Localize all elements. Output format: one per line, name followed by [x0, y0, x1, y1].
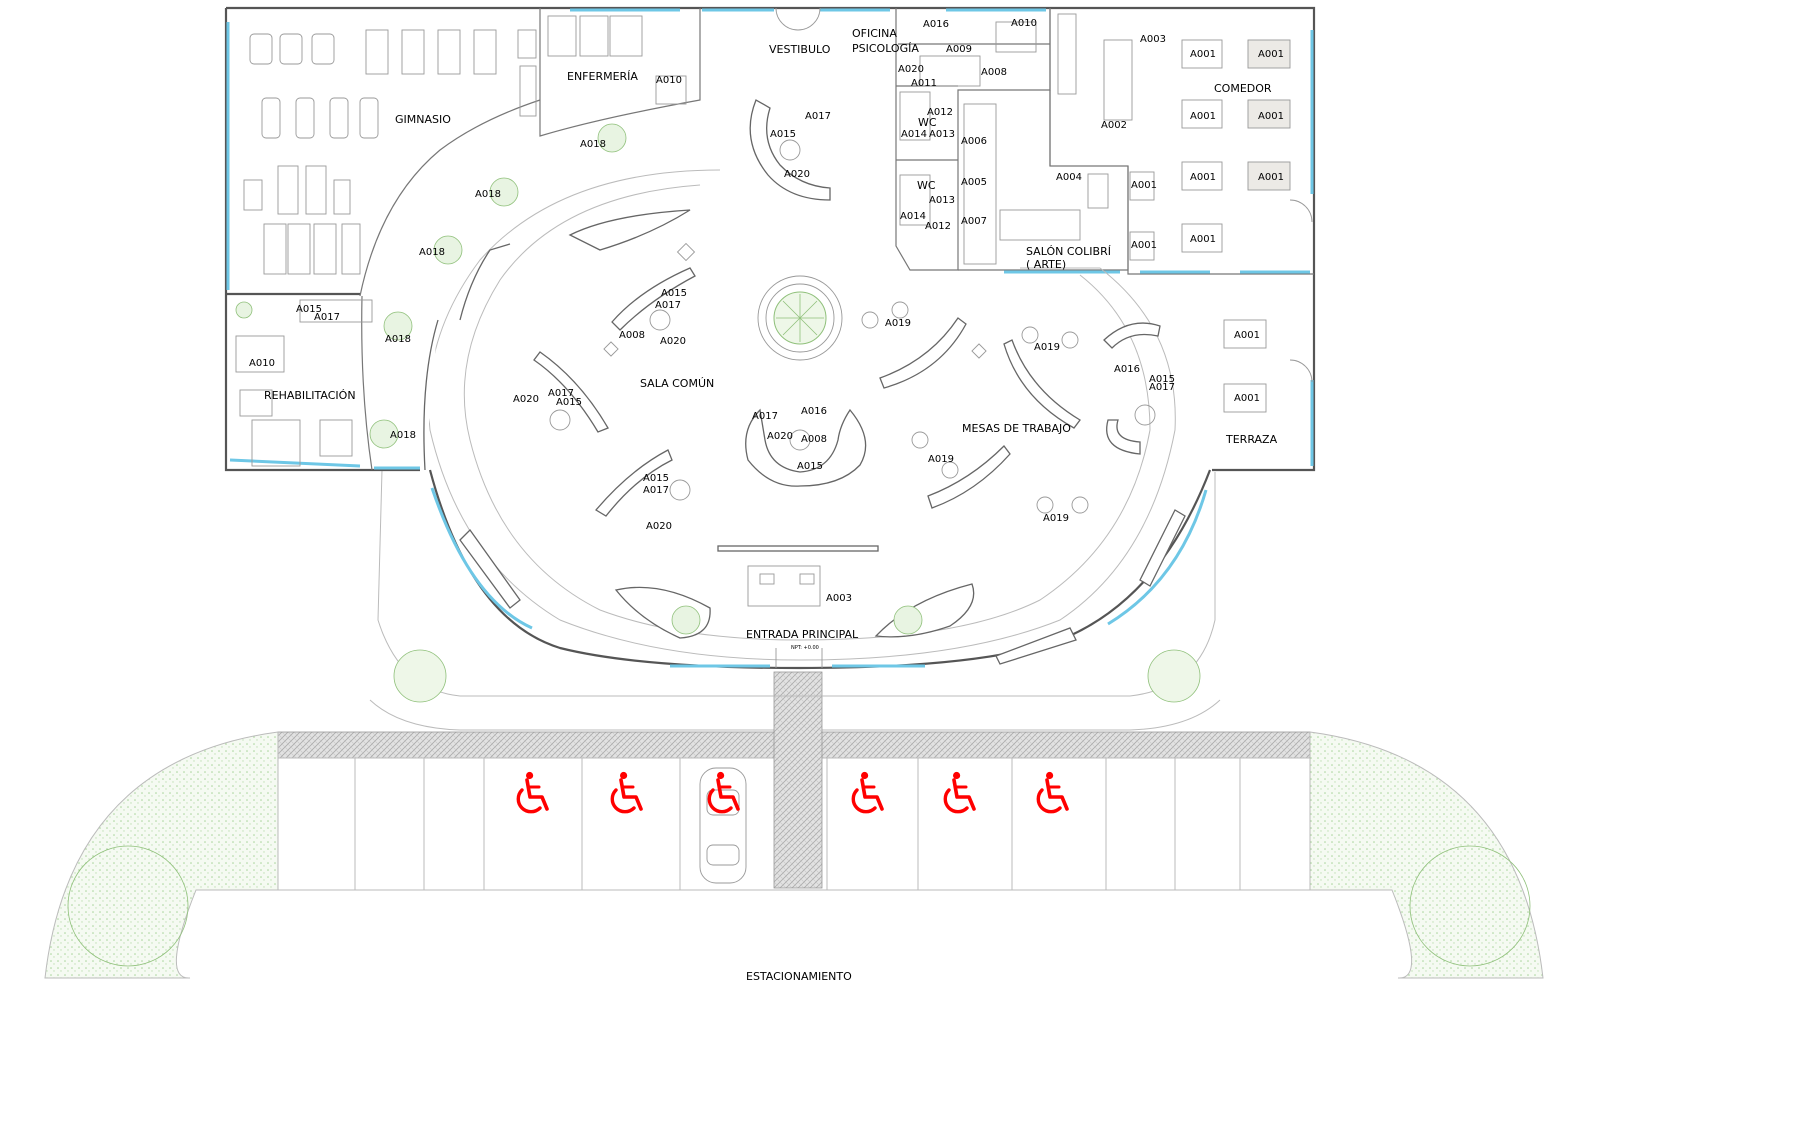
code-label: A001 [1131, 180, 1157, 191]
code-label: A020 [660, 336, 686, 347]
code-label: A002 [1101, 120, 1127, 131]
room-furniture [235, 13, 1133, 467]
code-label: A017 [655, 300, 681, 311]
code-label: A001 [1131, 240, 1157, 251]
code-label: A003 [1140, 34, 1166, 45]
code-label: A006 [961, 136, 987, 147]
room-label: ( ARTE) [1026, 258, 1066, 271]
code-label: A001 [1258, 111, 1284, 122]
code-label: A016 [1114, 364, 1140, 375]
code-label: A011 [911, 78, 937, 89]
code-label: A018 [580, 139, 606, 150]
room-label: VESTIBULO [769, 43, 831, 56]
code-label: A001 [1234, 393, 1260, 404]
code-label: A020 [784, 169, 810, 180]
room-label: COMEDOR [1214, 82, 1272, 95]
code-label: A001 [1234, 330, 1260, 341]
code-label: A018 [419, 247, 445, 258]
room-label: REHABILITACIÓN [264, 389, 356, 402]
code-label: A001 [1258, 172, 1284, 183]
wheelchair-icon [707, 770, 740, 814]
room-label: PSICOLOGÍA [852, 42, 919, 55]
code-label: A017 [314, 312, 340, 323]
code-label: A020 [898, 64, 924, 75]
left-garden [44, 731, 279, 979]
room-label: TERRAZA [1225, 433, 1278, 446]
parking-lot [44, 671, 1544, 979]
doors [775, 7, 1313, 668]
code-label: A013 [929, 195, 955, 206]
wheelchair-icon [1036, 770, 1069, 814]
code-label: A007 [961, 216, 987, 227]
code-label: A017 [752, 411, 778, 422]
code-label: A013 [929, 129, 955, 140]
tree-icon [757, 275, 843, 361]
code-label: A004 [1056, 172, 1082, 183]
code-label: A016 [801, 406, 827, 417]
code-label: A001 [1190, 111, 1216, 122]
code-label: A005 [961, 177, 987, 188]
code-label: A014 [900, 211, 926, 222]
code-label: A016 [923, 19, 949, 30]
code-label: A017 [548, 388, 574, 399]
wheelchair-icon [943, 770, 976, 814]
code-label: A010 [1011, 18, 1037, 29]
code-label: A019 [885, 318, 911, 329]
code-label: A018 [475, 189, 501, 200]
dining-tables [1129, 39, 1291, 413]
room-label: ENTRADA PRINCIPAL [746, 628, 859, 641]
code-label: A014 [901, 129, 927, 140]
code-label: A015 [770, 129, 796, 140]
room-label: MESAS DE TRABAJO [962, 422, 1071, 435]
code-label: A018 [390, 430, 416, 441]
room-label: ESTACIONAMIENTO [746, 970, 852, 983]
code-label: A001 [1190, 49, 1216, 60]
car-icon [699, 767, 747, 884]
floor-plan: GIMNASIO ENFERMERÍA VESTIBULO OFICINA PS… [44, 6, 1544, 983]
right-garden [1309, 731, 1544, 979]
room-label: ENFERMERÍA [567, 70, 638, 83]
central-walkway [773, 671, 823, 889]
code-label: A019 [1043, 513, 1069, 524]
wheelchair-icon [516, 770, 549, 814]
wheelchair-icon [851, 770, 884, 814]
code-label: A020 [646, 521, 672, 532]
code-label: A008 [619, 330, 645, 341]
code-label: A012 [927, 107, 953, 118]
code-label: A009 [946, 44, 972, 55]
room-label: WC [917, 179, 936, 192]
code-label: A017 [1149, 382, 1175, 393]
code-label: A012 [925, 221, 951, 232]
wheelchair-icon [610, 770, 643, 814]
code-label: A015 [797, 461, 823, 472]
code-label: A010 [656, 75, 682, 86]
code-label: A019 [1034, 342, 1060, 353]
code-label: A001 [1190, 172, 1216, 183]
code-label: A019 [928, 454, 954, 465]
room-label: GIMNASIO [395, 113, 451, 126]
code-label: A018 [385, 334, 411, 345]
room-label: SALA COMÚN [640, 377, 714, 390]
room-label: SALÓN COLIBRÍ [1026, 245, 1111, 258]
level-label: NPT: +0.00 [791, 645, 819, 651]
code-label: A017 [643, 485, 669, 496]
code-label: A010 [249, 358, 275, 369]
code-label: A017 [805, 111, 831, 122]
code-label: A008 [981, 67, 1007, 78]
code-label: A015 [661, 288, 687, 299]
code-label: A008 [801, 434, 827, 445]
code-label: A001 [1190, 234, 1216, 245]
code-label: A020 [513, 394, 539, 405]
gym-equipment [243, 29, 537, 275]
code-label: A020 [767, 431, 793, 442]
room-label: OFICINA [852, 27, 897, 40]
code-label: A001 [1258, 49, 1284, 60]
code-label: A015 [643, 473, 669, 484]
code-label: A003 [826, 593, 852, 604]
